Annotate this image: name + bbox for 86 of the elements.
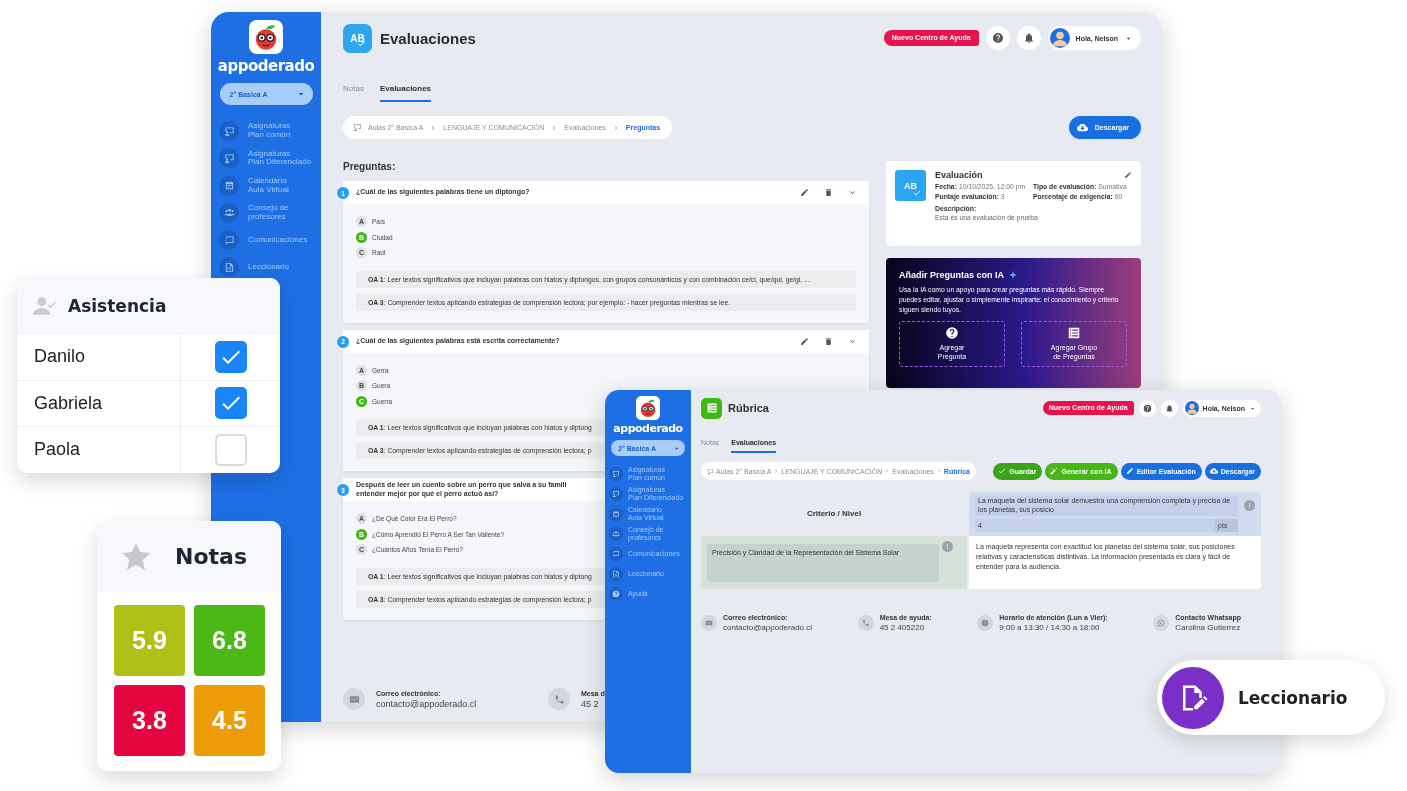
check-icon [998, 467, 1007, 475]
page-title: Rúbrica [728, 402, 770, 414]
notifications-button[interactable] [1016, 26, 1041, 50]
contact-value: contacto@appoderado.cl [376, 698, 477, 709]
help-icon [945, 325, 959, 340]
card-title: Evaluación [935, 170, 983, 180]
tab[interactable]: Evaluaciones [379, 82, 432, 102]
avatar-icon [1049, 28, 1070, 48]
checkbox[interactable] [214, 340, 247, 373]
card-title: Añadir Preguntas con IA [899, 270, 1005, 280]
bell-icon [1022, 32, 1035, 44]
trash-icon[interactable] [824, 188, 833, 197]
title-icon [701, 397, 722, 419]
grade-tile: 4.5 [194, 685, 265, 756]
sidebar-item[interactable]: Calendario Aula Virtual [211, 175, 321, 196]
clock-icon [977, 614, 994, 631]
card-title: Notas [175, 544, 247, 569]
edit-icon[interactable] [800, 188, 809, 197]
contact-value: contacto@appoderado.cl [723, 622, 813, 632]
list-icon [1067, 325, 1081, 340]
notifications-button[interactable] [1160, 399, 1178, 417]
help-button[interactable] [1138, 399, 1156, 417]
mail-icon [701, 614, 717, 631]
bell-icon [1164, 403, 1174, 413]
edit-icon[interactable] [1124, 171, 1132, 179]
classroom-icon [353, 123, 362, 132]
chevron-icon[interactable] [848, 188, 857, 197]
phone-icon [857, 614, 874, 631]
cloud-download-icon [1076, 122, 1088, 133]
apple-logo-icon [249, 20, 283, 54]
student-name: Paola [33, 438, 82, 462]
phone-icon [548, 688, 570, 710]
contact-value: Carolina Gutierrez [1175, 622, 1241, 632]
tab[interactable]: Notas [343, 82, 364, 102]
group-icon [609, 526, 623, 541]
chevron-icon [773, 468, 780, 474]
grade-tile: 3.8 [114, 685, 185, 756]
grade-tile: 6.8 [194, 605, 265, 676]
sidebar-item[interactable]: Consejo de profesores [211, 202, 321, 223]
chat-phone-icon [1153, 614, 1170, 631]
classroom-icon [219, 148, 239, 169]
magic-wand-icon [1050, 467, 1059, 475]
help-icon [991, 32, 1004, 44]
classroom-icon [609, 466, 623, 481]
mail-icon [343, 688, 365, 710]
badge-label: Leccionario [1238, 687, 1348, 708]
help-icon [1142, 403, 1152, 413]
student-name: Gabriela [33, 391, 104, 415]
card-title: Asistencia [68, 295, 167, 316]
page-title: Evaluaciones [380, 29, 477, 47]
brand-name: appoderado [217, 57, 315, 75]
calendar-icon [219, 175, 239, 196]
help-button[interactable] [985, 26, 1010, 50]
contact-value: 9:00 a 13:30 / 14:30 a 18:00 [999, 622, 1101, 632]
avatar-icon [1184, 401, 1199, 415]
sidebar-item[interactable]: Asignaturas Plan común [211, 121, 321, 141]
column-header: Criterio / Nivel [805, 508, 863, 521]
student-name: Danilo [33, 345, 87, 369]
sidebar-item[interactable]: Comunicaciones [211, 230, 321, 251]
chat-icon [609, 546, 623, 561]
group-icon [219, 202, 239, 223]
title-icon: AB [343, 23, 372, 53]
sidebar-item[interactable]: Leccionario [211, 257, 321, 278]
cloud-download-icon [1209, 467, 1218, 475]
trash-icon[interactable] [824, 336, 833, 346]
sparkle-icon [1008, 270, 1019, 280]
calendar-icon [609, 506, 623, 521]
document-edit-icon [1162, 666, 1224, 729]
evaluation-icon: AB [895, 170, 926, 201]
contact-value: 45 2 405220 [879, 622, 926, 632]
help-icon [609, 586, 623, 601]
checkbox[interactable] [214, 387, 247, 420]
sidebar-item[interactable]: Asignaturas Plan Diferenciado [211, 148, 321, 169]
document-icon [609, 566, 623, 581]
chevron-icon [884, 468, 891, 474]
apple-logo-icon [636, 396, 660, 420]
contact-value: 45 2 [581, 698, 600, 709]
edit-icon[interactable] [800, 336, 809, 346]
brand-name: appoderado [613, 422, 683, 435]
grade-tile: 5.9 [114, 605, 185, 676]
pencil-icon [1125, 467, 1134, 475]
document-icon [219, 257, 239, 278]
section-heading: Preguntas: [343, 161, 397, 173]
classroom-icon [219, 121, 239, 141]
chat-icon [219, 230, 239, 251]
classroom-icon [609, 486, 623, 501]
